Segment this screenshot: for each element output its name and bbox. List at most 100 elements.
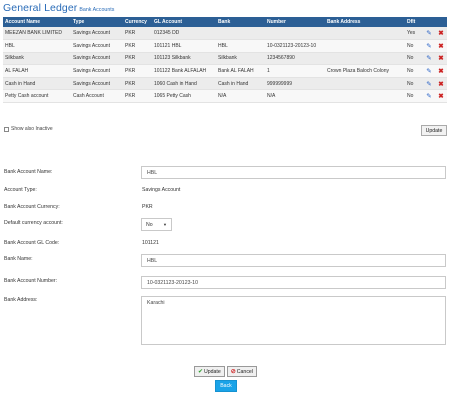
delete-button[interactable]: ✖ <box>435 39 447 53</box>
delete-button[interactable]: ✖ <box>435 64 447 78</box>
x-icon: ✖ <box>438 93 444 101</box>
edit-button[interactable]: ✎ <box>423 64 435 78</box>
bank-accounts-table: Account Name Type Currency GL Account Ba… <box>3 17 447 104</box>
delete-button[interactable]: ✖ <box>435 52 447 66</box>
col-header-bank-address[interactable]: Bank Address <box>325 17 405 27</box>
cell-type: Savings Account <box>71 77 123 91</box>
cancel-button[interactable]: ⊘ Cancel <box>226 366 257 377</box>
cell-bank-address: Crown Plaza Baloch Colony <box>325 64 405 78</box>
delete-button[interactable]: ✖ <box>435 77 447 91</box>
default-currency-label: Default currency account: <box>4 220 63 226</box>
pencil-icon: ✎ <box>426 80 432 88</box>
show-inactive-checkbox[interactable] <box>4 126 9 132</box>
x-icon: ✖ <box>438 55 444 63</box>
pencil-icon: ✎ <box>426 42 432 50</box>
cell-account-name: Cash in Hand <box>3 77 71 91</box>
col-header-type[interactable]: Type <box>71 17 123 27</box>
account-type-value: Savings Account <box>142 187 181 193</box>
col-header-account-name[interactable]: Account Name <box>3 17 71 27</box>
currency-label: Bank Account Currency: <box>4 204 60 210</box>
x-icon: ✖ <box>438 42 444 50</box>
cell-currency: PKR <box>123 27 152 41</box>
cell-currency: PKR <box>123 64 152 78</box>
bank-account-name-input[interactable]: HBL <box>141 166 446 179</box>
cell-gl-account: 101123 Silkbank <box>152 52 216 66</box>
cell-bank-address <box>325 89 405 104</box>
cell-account-name: AL FALAH <box>3 64 71 78</box>
table-row: Silkbank Savings Account PKR 101123 Silk… <box>3 52 447 66</box>
x-icon: ✖ <box>438 30 444 38</box>
cell-type: Savings Account <box>71 27 123 41</box>
bank-name-label: Bank Name: <box>4 256 33 262</box>
cell-gl-account: 101122 Bank ALFALAH <box>152 64 216 78</box>
cell-number: 10-0321123-20123-10 <box>265 39 325 53</box>
cell-bank <box>216 27 265 41</box>
cell-bank: N/A <box>216 89 265 104</box>
bank-account-number-label: Bank Account Number: <box>4 278 58 284</box>
cell-dflt: No <box>405 89 423 104</box>
cell-bank: Cash in Hand <box>216 77 265 91</box>
update-button[interactable]: ✔ Update <box>194 366 225 377</box>
check-icon: ✔ <box>198 369 204 375</box>
table-update-button[interactable]: Update <box>421 125 447 136</box>
gl-code-value: 101121 <box>142 240 159 246</box>
cell-currency: PKR <box>123 52 152 66</box>
cell-bank-address <box>325 27 405 41</box>
cell-dflt: Yes <box>405 27 423 41</box>
bank-address-textarea[interactable]: Karachi <box>141 296 446 345</box>
table-row: MEEZAN BANK LIMITED Savings Account PKR … <box>3 27 447 41</box>
x-icon: ✖ <box>438 68 444 76</box>
cell-dflt: No <box>405 52 423 66</box>
col-header-edit <box>423 17 435 27</box>
gl-code-label: Bank Account GL Code: <box>4 240 60 246</box>
table-row: Petty Cash account Cash Account PKR 1065… <box>3 89 447 104</box>
table-header-row: Account Name Type Currency GL Account Ba… <box>3 17 447 27</box>
edit-button[interactable]: ✎ <box>423 77 435 91</box>
bank-account-number-input[interactable]: 10-0321123-20123-10 <box>141 276 446 289</box>
cell-bank-address <box>325 77 405 91</box>
default-currency-select[interactable]: No ▼ <box>141 218 172 231</box>
delete-button[interactable]: ✖ <box>435 27 447 41</box>
cancel-button-label: Cancel <box>236 368 253 375</box>
cell-type: Savings Account <box>71 64 123 78</box>
edit-button[interactable]: ✎ <box>423 89 435 104</box>
table-row: AL FALAH Savings Account PKR 101122 Bank… <box>3 64 447 78</box>
delete-button[interactable]: ✖ <box>435 89 447 104</box>
currency-value: PKR <box>142 204 153 210</box>
bank-name-input[interactable]: HBL <box>141 254 446 267</box>
back-button[interactable]: Back <box>215 380 237 392</box>
edit-button[interactable]: ✎ <box>423 52 435 66</box>
pencil-icon: ✎ <box>426 55 432 63</box>
cell-number <box>265 27 325 41</box>
chevron-down-icon: ▼ <box>163 222 167 227</box>
cell-bank: Silkbank <box>216 52 265 66</box>
show-inactive-toggle[interactable]: Show also Inactive <box>4 126 53 132</box>
cell-account-name: HBL <box>3 39 71 53</box>
col-header-bank[interactable]: Bank <box>216 17 265 27</box>
cell-type: Cash Account <box>71 89 123 104</box>
cell-account-name: MEEZAN BANK LIMITED <box>3 27 71 41</box>
col-header-currency[interactable]: Currency <box>123 17 152 27</box>
cell-gl-account: 1060 Cash in Hand <box>152 77 216 91</box>
col-header-delete <box>435 17 447 27</box>
cell-gl-account: 101121 HBL <box>152 39 216 53</box>
cell-bank: Bank AL FALAH <box>216 64 265 78</box>
cell-currency: PKR <box>123 89 152 104</box>
cell-dflt: No <box>405 39 423 53</box>
table-row: HBL Savings Account PKR 101121 HBL HBL 1… <box>3 39 447 53</box>
bank-account-name-label: Bank Account Name: <box>4 169 53 175</box>
col-header-dflt[interactable]: Dflt <box>405 17 423 27</box>
cell-dflt: No <box>405 77 423 91</box>
table-row: Cash in Hand Savings Account PKR 1060 Ca… <box>3 77 447 91</box>
edit-button[interactable]: ✎ <box>423 27 435 41</box>
cell-type: Savings Account <box>71 39 123 53</box>
form-actions: ✔ Update ⊘ Cancel <box>194 366 257 377</box>
cell-number: N/A <box>265 89 325 104</box>
account-type-label: Account Type: <box>4 187 37 193</box>
col-header-gl-account[interactable]: GL Account <box>152 17 216 27</box>
pencil-icon: ✎ <box>426 68 432 76</box>
edit-button[interactable]: ✎ <box>423 39 435 53</box>
cell-number: 999999999 <box>265 77 325 91</box>
cell-number: 1234567890 <box>265 52 325 66</box>
col-header-number[interactable]: Number <box>265 17 325 27</box>
